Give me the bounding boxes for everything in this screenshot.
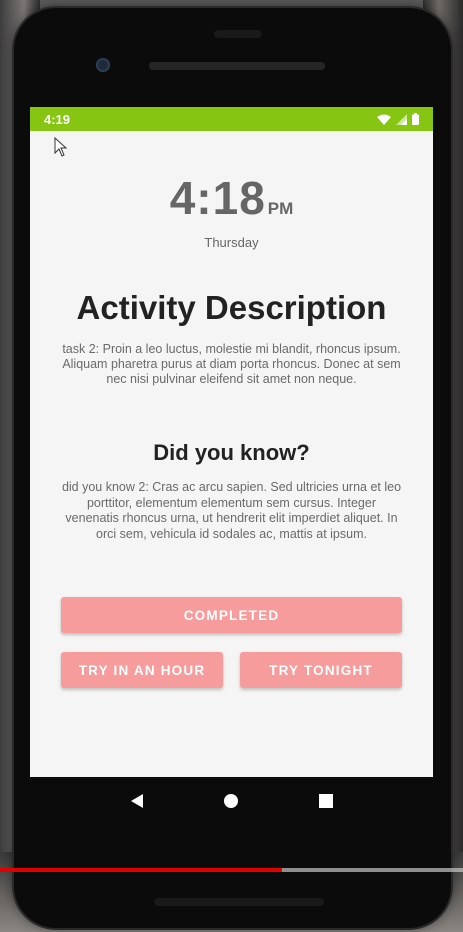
wifi-icon (377, 114, 391, 125)
cell-signal-icon (396, 113, 407, 125)
activity-title: Activity Description (76, 289, 387, 326)
back-icon[interactable] (130, 793, 144, 809)
bottom-speaker (154, 898, 324, 906)
earpiece-speaker (149, 62, 325, 70)
didyouknow-text: did you know 2: Cras ac arcu sapien. Sed… (61, 480, 402, 541)
clock-display: 4:18 PM (30, 171, 433, 225)
android-nav-bar (30, 777, 433, 825)
clock-day: Thursday (204, 235, 259, 250)
recents-icon[interactable] (319, 794, 334, 808)
status-bar: 4:19 (30, 107, 433, 131)
didyouknow-title: Did you know? (153, 440, 310, 465)
activity-text: task 2: Proin a leo luctus, molestie mi … (62, 342, 401, 386)
cursor-icon (54, 137, 68, 157)
video-progress-bar[interactable] (0, 868, 463, 872)
video-progress-fill (0, 868, 283, 872)
try-in-an-hour-button[interactable]: TRY IN AN HOUR (61, 652, 223, 688)
home-icon[interactable] (223, 793, 239, 809)
clock-time: 4:18 (169, 172, 266, 224)
front-camera (96, 58, 110, 72)
try-tonight-button[interactable]: TRY TONIGHT (240, 652, 402, 688)
app-screen: 4:19 4:18 PM Thursday Activity Descriptio… (30, 107, 433, 777)
battery-icon (412, 113, 419, 125)
completed-button[interactable]: COMPLETED (61, 597, 402, 633)
status-icons (377, 113, 419, 125)
status-time: 4:19 (44, 111, 71, 127)
top-sensor (214, 30, 262, 38)
clock-ampm: PM (267, 199, 294, 218)
